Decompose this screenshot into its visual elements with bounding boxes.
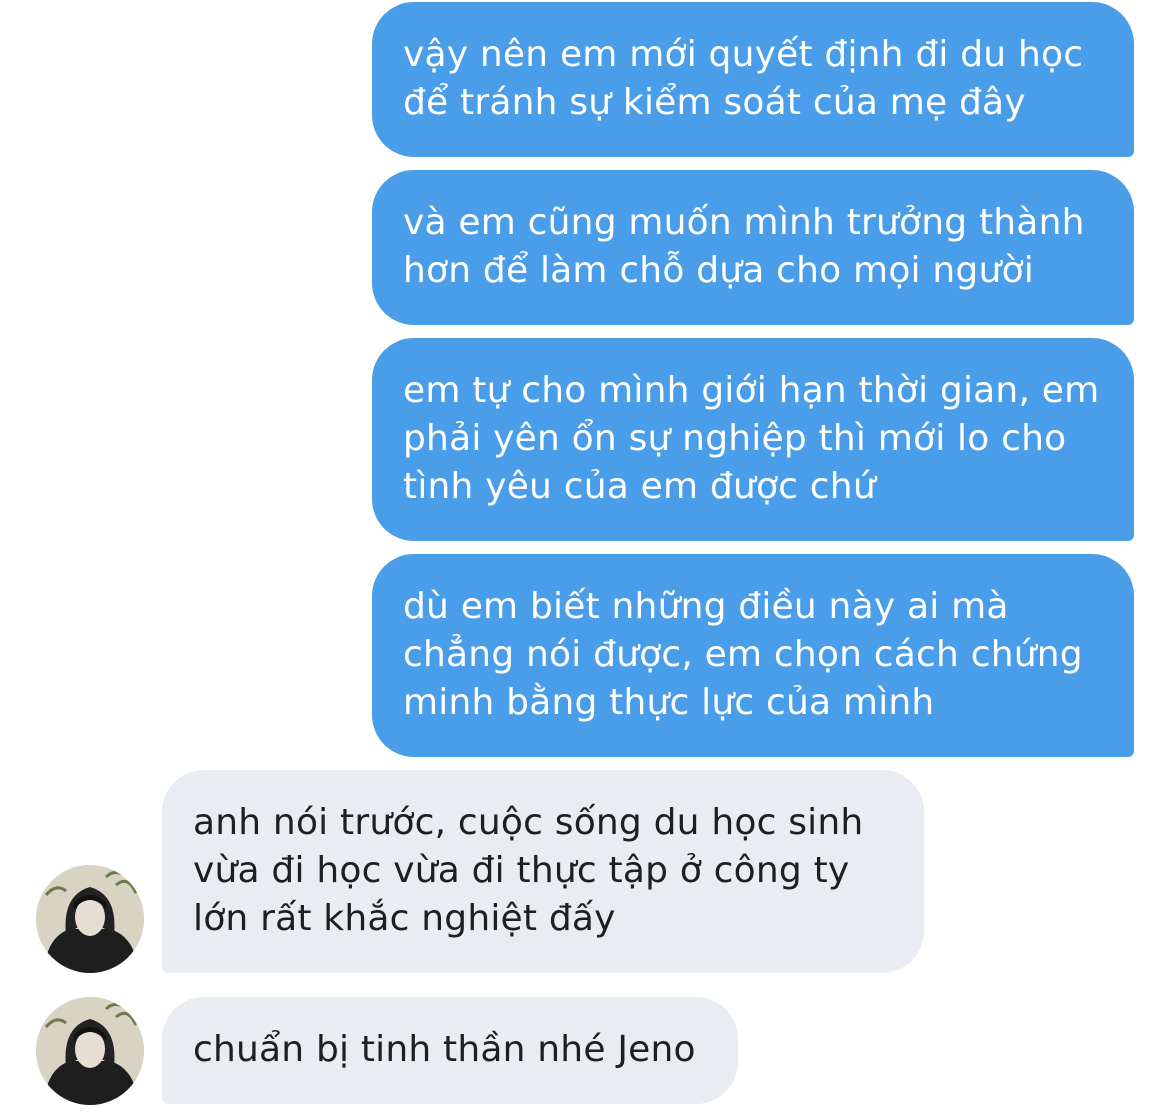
message-text-line: tình yêu của em được chứ	[403, 466, 876, 507]
message-text-line: anh nói trước, cuộc sống du học sinh	[193, 802, 864, 843]
user-avatar-photo-icon[interactable]	[36, 865, 144, 973]
message-text-line: chẳng nói được, em chọn cách chứng	[403, 634, 1083, 675]
message-text-line: vừa đi học vừa đi thực tập ở công ty	[193, 850, 850, 891]
received-message-bubble[interactable]: anh nói trước, cuộc sống du học sinh vừa…	[162, 770, 924, 973]
message-text-line: vậy nên em mới quyết định đi du học	[403, 34, 1084, 75]
user-avatar-photo-icon[interactable]	[36, 997, 144, 1105]
message-text-line: lớn rất khắc nghiệt đấy	[193, 898, 616, 939]
sent-message-bubble[interactable]: vậy nên em mới quyết định đi du học để t…	[372, 2, 1134, 157]
message-text-line: chuẩn bị tinh thần nhé Jeno	[193, 1029, 696, 1070]
sent-message-bubble[interactable]: và em cũng muốn mình trưởng thành hơn để…	[372, 170, 1134, 325]
avatar-image	[36, 865, 144, 973]
message-text-line: và em cũng muốn mình trưởng thành	[403, 202, 1085, 243]
message-text-line: phải yên ổn sự nghiệp thì mới lo cho	[403, 418, 1067, 459]
message-text-line: hơn để làm chỗ dựa cho mọi người	[403, 250, 1034, 291]
received-message-bubble[interactable]: chuẩn bị tinh thần nhé Jeno	[162, 997, 738, 1104]
message-text-line: dù em biết những điều này ai mà	[403, 586, 1009, 627]
avatar-image	[36, 997, 144, 1105]
sent-message-bubble[interactable]: dù em biết những điều này ai mà chẳng nó…	[372, 554, 1134, 757]
message-text-line: minh bằng thực lực của mình	[403, 682, 935, 723]
sent-message-bubble[interactable]: em tự cho mình giới hạn thời gian, em ph…	[372, 338, 1134, 541]
message-text-line: để tránh sự kiểm soát của mẹ đây	[403, 82, 1026, 123]
message-text-line: em tự cho mình giới hạn thời gian, em	[403, 370, 1100, 411]
